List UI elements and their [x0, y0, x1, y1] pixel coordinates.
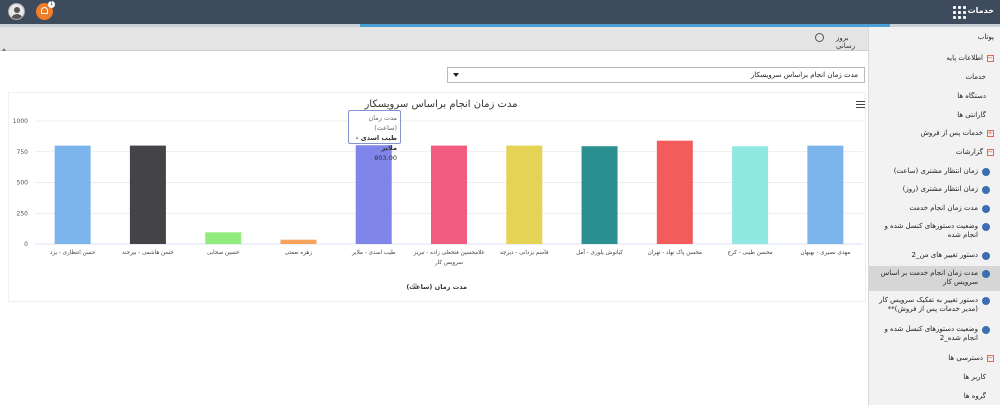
- bar[interactable]: [280, 239, 317, 244]
- x-tick-label: محسن طیبی - کرج: [728, 249, 773, 256]
- collapse-icon[interactable]: −: [987, 149, 994, 156]
- refresh-button[interactable]: بروز رسانی: [836, 34, 868, 50]
- y-tick-label: 0: [24, 241, 28, 248]
- x-tick-label: کیانوش یلوری - آمل: [576, 249, 623, 256]
- sidebar-item-report-active[interactable]: مدت زمان انجام خدمت بر اساس سرویس کار: [869, 266, 1000, 291]
- x-tick-label: زهره نعمتی: [285, 250, 313, 256]
- notification-bell-icon[interactable]: 1: [36, 1, 55, 20]
- refresh-icon[interactable]: [815, 33, 824, 42]
- report-icon: [982, 205, 990, 213]
- bar[interactable]: [431, 145, 467, 244]
- sidebar-item-users[interactable]: کاربر ها: [869, 373, 1000, 382]
- sidebar: پوتاب − اطلاعات پایه خدمات دستگاه ها گارا…: [868, 27, 1000, 405]
- scroll-up-arrow-icon[interactable]: [2, 48, 6, 51]
- x-tick-label: حسین صحابی: [207, 250, 240, 256]
- chart-title: مدت زمان انجام براساس سرویسکار: [363, 99, 517, 110]
- collapse-icon[interactable]: −: [987, 355, 994, 362]
- report-select[interactable]: مدت زمان انجام براساس سرویسکار: [447, 67, 865, 83]
- x-tick-label: محسن پاک نهاد - تهران: [648, 250, 702, 256]
- bar[interactable]: [807, 145, 844, 244]
- report-icon: [982, 326, 990, 334]
- legend-label[interactable]: مدت زمان (ساعت): [406, 283, 467, 291]
- y-tick-label: 500: [17, 180, 29, 187]
- bar-chart: مدت زمان انجام براساس سرویسکار 0 250 500 75…: [13, 99, 863, 291]
- sidebar-item-warranties[interactable]: گارانتی ها: [869, 111, 1000, 120]
- sidebar-item-report[interactable]: دستور تغییر به تفکیک سرویس کار (مدیر خدم…: [869, 296, 1000, 314]
- report-icon: [982, 297, 990, 305]
- x-tick-label: حسن هاشمی - بیرجند: [122, 250, 174, 256]
- dropdown-arrow-icon: [453, 73, 459, 77]
- x-tick-label: مهدی نصیری - بهبهان: [800, 250, 850, 256]
- sidebar-item-report[interactable]: دستور تغییر های من_2: [869, 251, 1000, 260]
- notification-badge: 1: [48, 1, 55, 8]
- x-tick-label: غلامحسین فتحعلی زاده - تبریز سرویس کار: [413, 250, 485, 266]
- expand-icon[interactable]: +: [987, 130, 994, 137]
- report-icon: [982, 223, 990, 231]
- bar[interactable]: [129, 145, 166, 244]
- app-title: خدمات: [967, 6, 994, 15]
- top-navbar: 1 خدمات: [0, 0, 1000, 24]
- sidebar-item-after-sales[interactable]: + خدمات پس از فروش: [869, 129, 1000, 138]
- apps-grid-icon[interactable]: [953, 6, 966, 19]
- sidebar-item-home[interactable]: پوتاب: [869, 33, 1000, 42]
- tooltip-value: 803.00: [374, 154, 397, 162]
- tooltip-name: طیب اسدی - ملایر: [355, 134, 397, 152]
- y-tick-label: 750: [17, 149, 29, 156]
- report-icon: [982, 252, 990, 260]
- sidebar-item-report[interactable]: وضعیت دستورهای کنسل شده و انجام شده: [869, 222, 1000, 240]
- x-tick-label: طیب اسدی - ملایر: [351, 250, 396, 256]
- bar[interactable]: [581, 146, 618, 244]
- sidebar-item-access[interactable]: − دسترسی ها: [869, 354, 1000, 363]
- sidebar-item-report[interactable]: مدت زمان انجام خدمت: [869, 204, 1000, 213]
- report-icon: [982, 186, 990, 194]
- sidebar-item-report[interactable]: وضعیت دستورهای کنسل شده و انجام شده_2: [869, 325, 1000, 343]
- collapse-icon[interactable]: −: [987, 55, 994, 62]
- sidebar-item-services[interactable]: خدمات: [869, 73, 1000, 82]
- y-tick-label: 250: [17, 210, 29, 217]
- sidebar-item-groups[interactable]: گروه ها: [869, 392, 1000, 401]
- bar[interactable]: [656, 140, 693, 244]
- sidebar-item-reports[interactable]: − گزارشات: [869, 148, 1000, 157]
- report-icon: [982, 270, 990, 278]
- bar[interactable]: [54, 145, 91, 244]
- sidebar-item-report[interactable]: زمان انتظار مشتری (روز): [869, 185, 1000, 194]
- chart-tooltip: مدت زمان (ساعت) طیب اسدی - ملایر 803.00: [348, 110, 401, 162]
- y-tick-label: 1000: [13, 118, 28, 125]
- report-icon: [982, 168, 990, 176]
- bar[interactable]: [205, 232, 242, 244]
- sidebar-item-devices[interactable]: دستگاه ها: [869, 92, 1000, 101]
- x-tick-label: حسن انتظاری - یزد: [50, 250, 96, 256]
- bar[interactable]: [506, 145, 543, 244]
- sidebar-item-report[interactable]: زمان انتظار مشتری (ساعت): [869, 167, 1000, 176]
- sidebar-item-base-info[interactable]: − اطلاعات پایه: [869, 54, 1000, 63]
- user-avatar[interactable]: [8, 3, 25, 20]
- report-select-value: مدت زمان انجام براساس سرویسکار: [750, 71, 858, 79]
- tooltip-header: مدت زمان (ساعت): [368, 114, 397, 132]
- bar[interactable]: [732, 146, 769, 244]
- x-tick-label: قاسم یزدانی - دیرچه: [500, 250, 549, 256]
- toolbar: بروز رسانی: [0, 27, 868, 51]
